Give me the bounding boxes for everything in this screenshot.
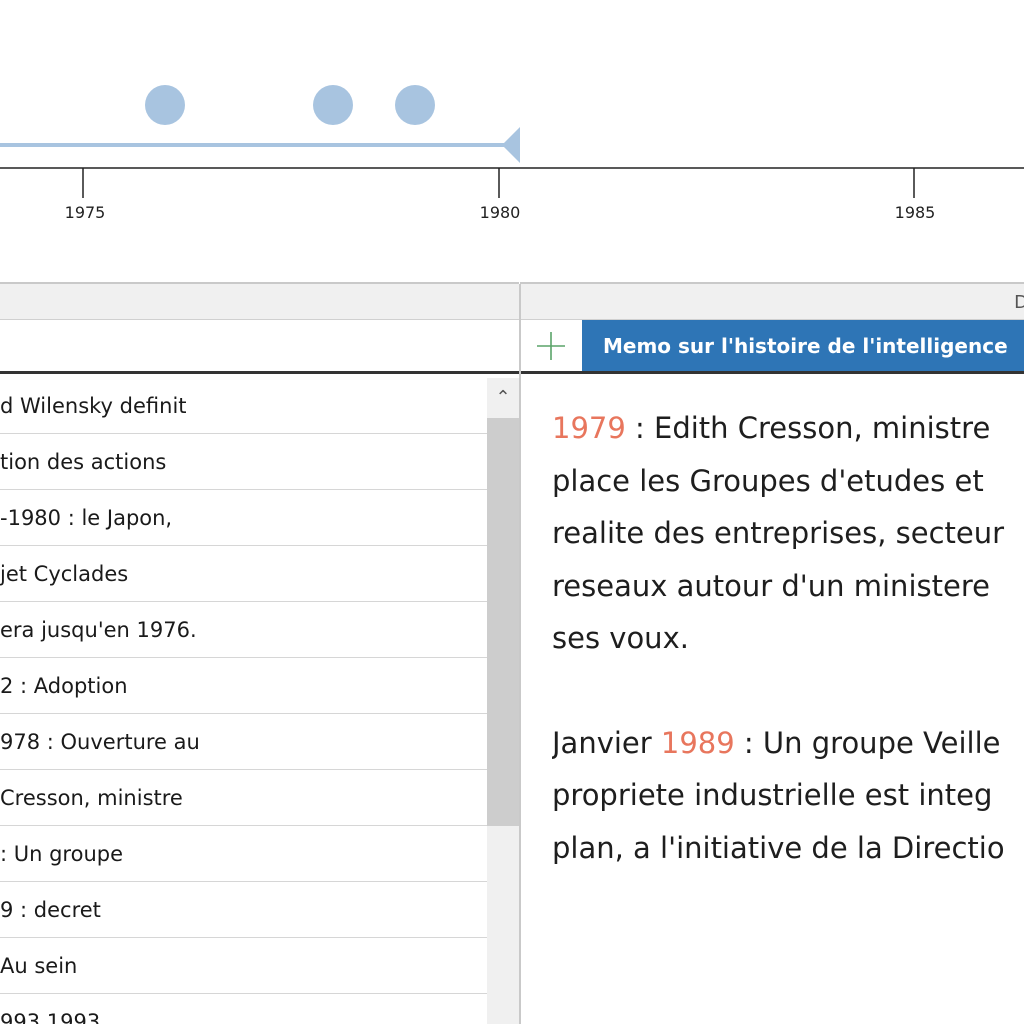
timeline-event-dot[interactable] [313,85,353,125]
list-item-label: : Un groupe [0,841,124,866]
memo-text: : Un groupe Veille [734,725,1001,760]
list-item-label: 9 : decret [0,897,101,922]
list-item[interactable]: tion des actions [0,434,487,490]
list-item[interactable]: 2 : Adoption [0,658,487,714]
list-item[interactable]: 978 : Ouverture au [0,714,487,770]
list-item-label: 978 : Ouverture au [0,729,200,754]
panel-splitter[interactable] [519,284,521,1024]
timeline-event-dot[interactable] [395,85,435,125]
chevron-up-icon: ⌃ [495,386,511,408]
event-list: d Wilensky definit tion des actions -198… [0,378,487,1024]
tab-memo[interactable]: Memo sur l'histoire de l'intelligence [582,320,1024,371]
list-item-label: 2 : Adoption [0,673,128,698]
memo-year-link[interactable]: 1989 [661,726,735,760]
list-item[interactable]: -1980 : le Japon, [0,490,487,546]
memo-paragraph: 1979 : Edith Cresson, ministre place les… [552,402,1024,665]
memo-tab-bar: Memo sur l'histoire de l'intelligence [521,320,1024,374]
list-item[interactable]: jet Cyclades [0,546,487,602]
list-item-label: -1980 : le Japon, [0,505,173,530]
list-item[interactable]: : Un groupe [0,826,487,882]
list-item-label: 993 1993 [0,1009,101,1024]
list-item-label: d Wilensky definit [0,393,187,418]
memo-text: plan, a l'initiative de la Directio [552,830,1005,865]
list-item[interactable]: 9 : decret [0,882,487,938]
memo-text-area[interactable]: 1979 : Edith Cresson, ministre place les… [552,402,1024,1002]
list-item[interactable]: era jusqu'en 1976. [0,602,487,658]
detail-column-header-label: D [1014,292,1024,313]
memo-text: place les Groupes d'etudes et [552,463,984,498]
scroll-thumb[interactable] [487,418,519,826]
list-item[interactable]: Cresson, ministre [0,770,487,826]
add-tab-button[interactable] [521,320,581,371]
timeline-canvas[interactable] [0,0,1024,282]
timeline[interactable]: 1975 1980 1985 [0,0,1024,282]
list-item[interactable]: Au sein [0,938,487,994]
memo-paragraph: Janvier 1989 : Un groupe Veille propriet… [552,717,1024,875]
timeline-event-dot[interactable] [145,85,185,125]
list-item-label: Au sein [0,953,78,978]
list-item-label: jet Cyclades [0,561,129,586]
list-item-label: Cresson, ministre [0,785,183,810]
memo-text: : Edith Cresson, ministre [625,411,991,445]
plus-icon [537,331,565,360]
list-item-label: era jusqu'en 1976. [0,617,197,642]
axis-label-1980: 1980 [479,203,521,222]
list-item-label: tion des actions [0,449,167,474]
list-filter-row[interactable] [0,320,519,374]
timeline-range-end-handle[interactable] [502,127,520,163]
list-scrollbar[interactable]: ⌃ [487,378,519,1024]
detail-column-header[interactable]: D [520,282,1024,320]
list-column-header[interactable] [0,282,519,320]
axis-label-1985: 1985 [894,203,936,222]
memo-text: reseaux autour d'un ministere [552,568,990,603]
list-item[interactable]: d Wilensky definit [0,378,487,434]
memo-text: propriete industrielle est integ [552,778,993,812]
memo-text: realite des entreprises, secteur [552,516,1005,550]
tab-memo-label: Memo sur l'histoire de l'intelligence [603,333,1008,358]
axis-label-1975: 1975 [64,203,106,222]
memo-year-link[interactable]: 1979 [552,411,626,445]
memo-text: ses voux. [552,621,689,655]
memo-text: Janvier [552,725,661,760]
list-item[interactable]: 993 1993 [0,994,487,1024]
scroll-up-button[interactable]: ⌃ [487,378,519,416]
